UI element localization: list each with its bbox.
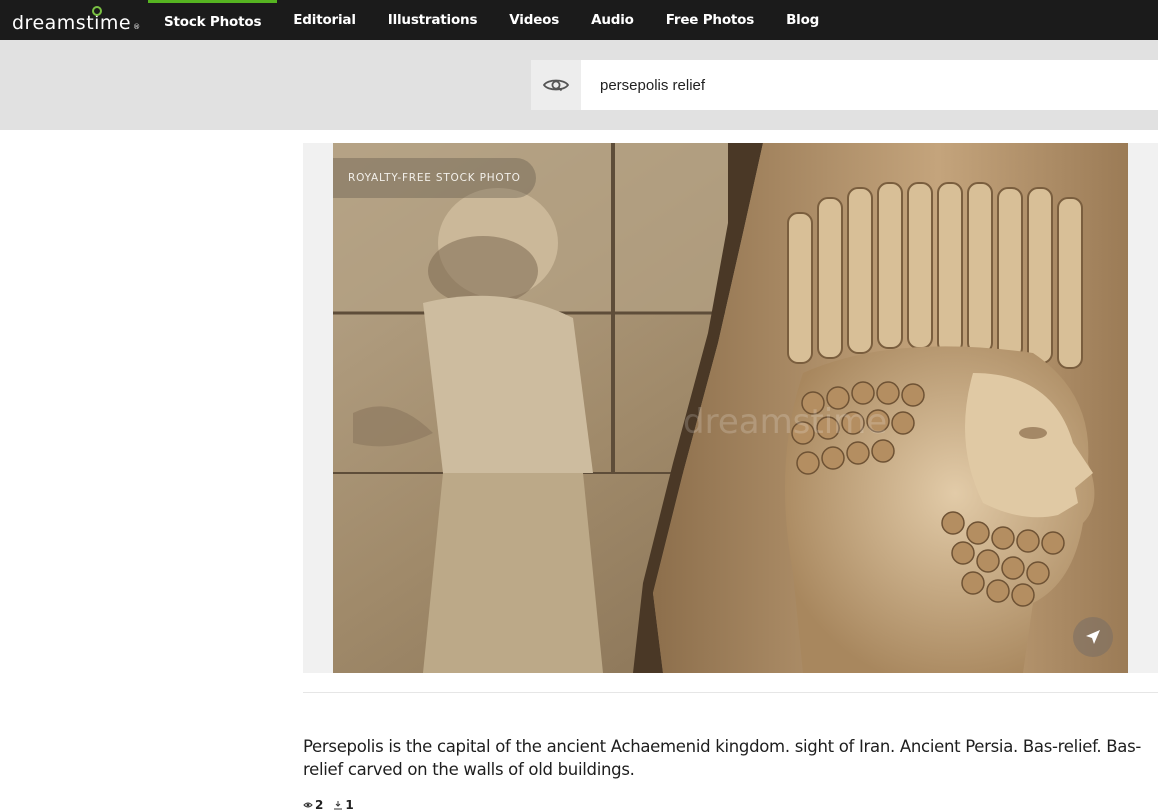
- logo-swirl-icon: [92, 6, 102, 16]
- nav-videos[interactable]: Videos: [493, 0, 575, 40]
- nav-stock-photos[interactable]: Stock Photos: [148, 0, 278, 40]
- visual-search-button[interactable]: [531, 60, 581, 110]
- download-icon: [334, 801, 343, 810]
- eye-icon: [303, 802, 313, 808]
- main-nav: Stock Photos Editorial Illustrations Vid…: [148, 0, 835, 40]
- paper-plane-icon: [1086, 630, 1100, 644]
- photo-stats: 2 1: [303, 798, 354, 812]
- eye-icon: [543, 79, 569, 92]
- downloads-count: 1: [345, 798, 354, 812]
- dreamstime-logo[interactable]: dreamstime ®: [12, 6, 141, 34]
- nav-editorial[interactable]: Editorial: [277, 0, 371, 40]
- downloads-stat: 1: [333, 798, 354, 812]
- nav-free-photos[interactable]: Free Photos: [650, 0, 770, 40]
- nav-blog[interactable]: Blog: [770, 0, 835, 40]
- search-input[interactable]: [581, 60, 1158, 110]
- top-navbar: dreamstime ® Stock Photos Editorial Illu…: [0, 0, 1158, 40]
- nav-illustrations[interactable]: Illustrations: [372, 0, 494, 40]
- royalty-free-badge: ROYALTY-FREE STOCK PHOTO: [333, 158, 536, 198]
- stock-photo[interactable]: dreamstime: [333, 143, 1128, 673]
- views-stat: 2: [303, 798, 323, 812]
- divider: [303, 692, 1158, 693]
- nav-audio[interactable]: Audio: [575, 0, 650, 40]
- views-count: 2: [315, 798, 324, 812]
- share-button[interactable]: [1073, 617, 1113, 657]
- bas-relief-image: dreamstime: [333, 143, 1128, 673]
- photo-description: Persepolis is the capital of the ancient…: [303, 737, 1142, 779]
- logo-text: dreamstime: [12, 12, 132, 34]
- search-band: [0, 40, 1158, 130]
- svg-text:dreamstime: dreamstime: [683, 402, 887, 442]
- logo-registered-mark: ®: [133, 23, 141, 31]
- photo-container: dreamstime: [303, 143, 1158, 673]
